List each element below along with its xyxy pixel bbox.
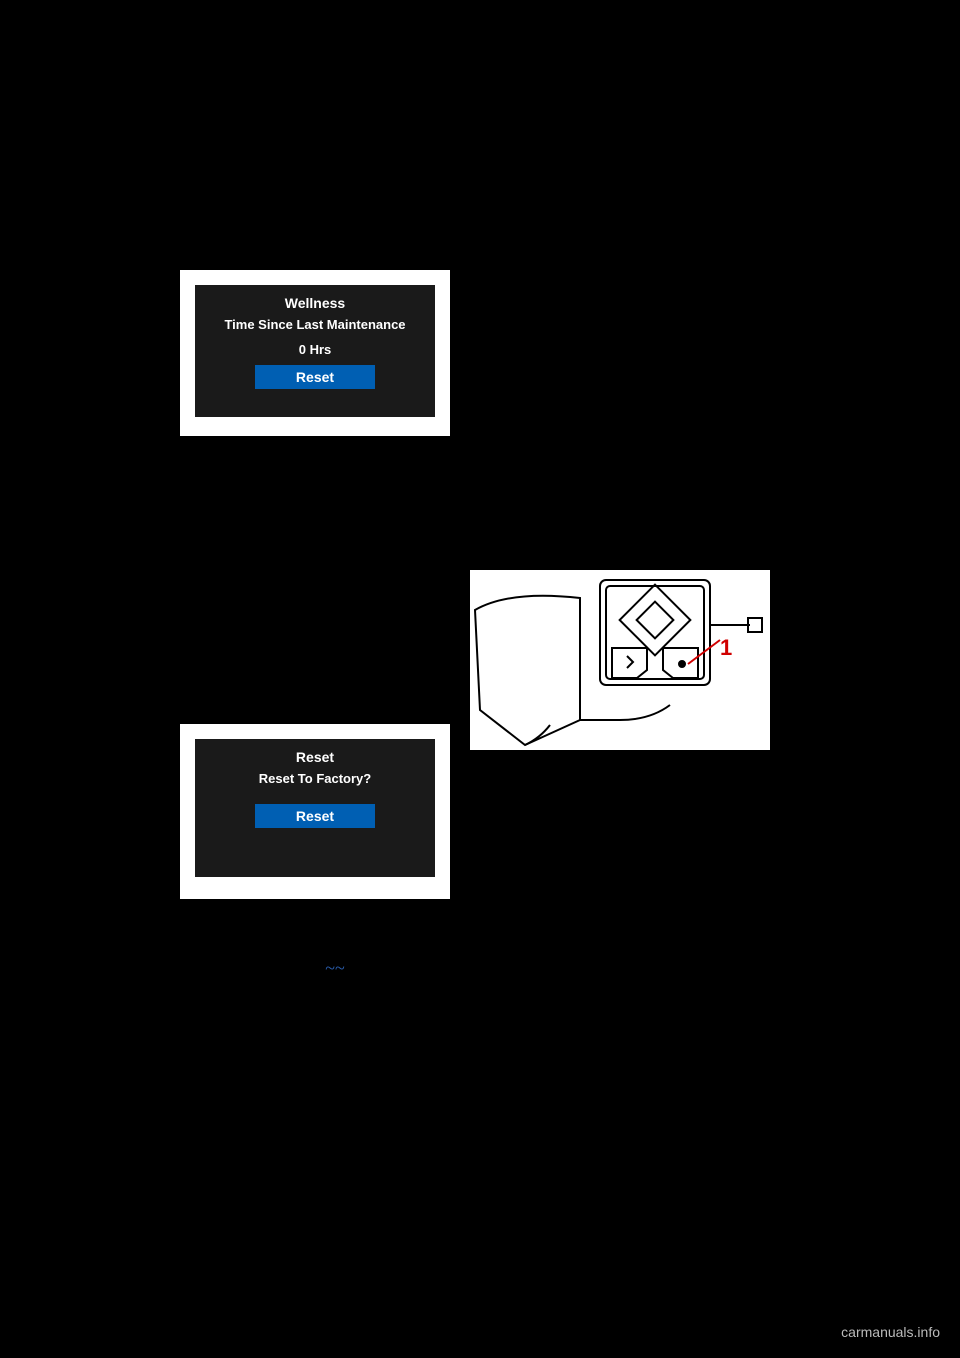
wellness-reset-button[interactable]: Reset bbox=[255, 365, 375, 389]
wellness-value: 0 Hrs bbox=[207, 342, 423, 357]
reset-title: Reset bbox=[207, 749, 423, 765]
wellness-title: Wellness bbox=[207, 295, 423, 311]
reset-screen: Reset Reset To Factory? Reset bbox=[180, 724, 450, 899]
page: Wellness Time Since Last Maintenance 0 H… bbox=[0, 0, 960, 1358]
wellness-screen-inner: Wellness Time Since Last Maintenance 0 H… bbox=[195, 285, 435, 417]
watermark: carmanuals.info bbox=[841, 1324, 940, 1340]
wellness-screen: Wellness Time Since Last Maintenance 0 H… bbox=[180, 270, 450, 436]
wellness-subtitle: Time Since Last Maintenance bbox=[207, 317, 423, 332]
separator-glyph: ~~ bbox=[325, 958, 344, 979]
reset-screen-inner: Reset Reset To Factory? Reset bbox=[195, 739, 435, 877]
factory-reset-button[interactable]: Reset bbox=[255, 804, 375, 828]
reset-subtitle: Reset To Factory? bbox=[207, 771, 423, 786]
callout-1: 1 bbox=[720, 635, 732, 661]
